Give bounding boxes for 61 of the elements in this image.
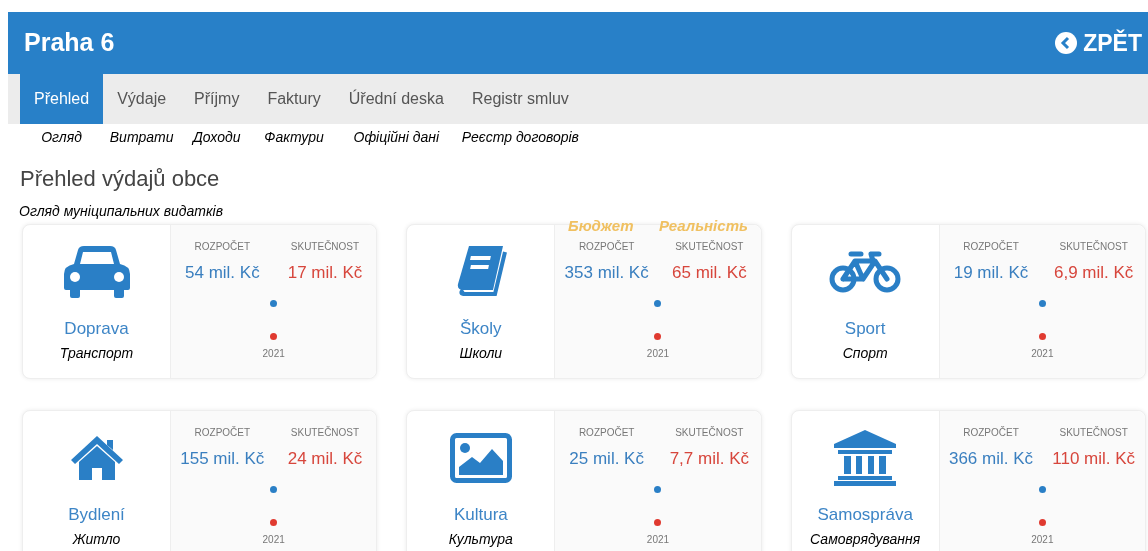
- actual-value: 6,9 mil. Kč: [1053, 262, 1135, 284]
- budget-label: ROZPOČET: [962, 239, 1020, 254]
- category-translation: Транспорт: [59, 344, 134, 363]
- heading-translation: Огляд муніципальних видатків: [19, 202, 224, 221]
- actual-value: 65 mil. Kč: [671, 262, 748, 284]
- tab-translation: Офіційні дані: [352, 128, 441, 147]
- year-label: 2021: [262, 346, 285, 361]
- budget-value: 353 mil. Kč: [563, 262, 650, 284]
- budget-value: 25 mil. Kč: [568, 448, 645, 470]
- actual-label: SKUTEČNOST: [674, 425, 745, 440]
- category-name: Sport: [844, 318, 886, 340]
- budget-label: ROZPOČET: [577, 239, 636, 254]
- image-icon: [449, 433, 512, 483]
- back-link[interactable]: ZPĚT: [1055, 25, 1142, 61]
- tab-translation: Витрати: [108, 128, 175, 147]
- budget-annotation: Бюджет: [568, 216, 634, 236]
- budget-value: 155 mil. Kč: [179, 448, 266, 470]
- category-name: Doprava: [64, 318, 129, 340]
- actual-value: 24 mil. Kč: [286, 448, 364, 470]
- year-label: 2021: [1031, 532, 1054, 547]
- category-name: Školy: [460, 318, 502, 340]
- actual-value: 7,7 mil. Kč: [668, 448, 750, 470]
- back-icon: [1055, 32, 1078, 54]
- category-translation: Житло: [72, 530, 121, 549]
- budget-label: ROZPOČET: [577, 425, 636, 440]
- year-label: 2021: [1031, 346, 1054, 361]
- bicycle-icon: [829, 251, 902, 293]
- site-title: Praha 6: [24, 27, 115, 59]
- budget-value: 54 mil. Kč: [184, 262, 261, 284]
- budget-value: 19 mil. Kč: [952, 262, 1030, 284]
- tab-translation: Доходи: [190, 128, 242, 147]
- year-label: 2021: [646, 346, 670, 361]
- budget-value: 366 mil. Kč: [947, 448, 1035, 470]
- category-translation: Школи: [459, 344, 503, 363]
- category-translation: Культура: [448, 530, 513, 549]
- year-label: 2021: [262, 532, 285, 547]
- budget-label: ROZPOČET: [193, 425, 252, 440]
- actual-value: 17 mil. Kč: [286, 262, 364, 284]
- bank-icon: [834, 430, 897, 486]
- car-icon: [63, 246, 130, 298]
- actual-label: SKUTEČNOST: [289, 239, 361, 254]
- budget-label: ROZPOČET: [962, 425, 1020, 440]
- actual-annotation: Реальність: [658, 216, 748, 236]
- nav-tab[interactable]: Přehled: [20, 74, 104, 124]
- actual-value: 110 mil. Kč: [1051, 448, 1137, 470]
- tab-translation: Огляд: [40, 128, 83, 147]
- actual-label: SKUTEČNOST: [289, 425, 361, 440]
- category-translation: Спорт: [842, 344, 888, 363]
- category-name: Bydlení: [68, 504, 125, 526]
- year-label: 2021: [646, 532, 670, 547]
- category-name: Kultura: [453, 504, 508, 526]
- house-icon: [70, 436, 123, 480]
- page-heading: Přehled výdajů obce: [20, 165, 221, 193]
- actual-label: SKUTEČNOST: [1058, 239, 1129, 254]
- tab-translation: Фактури: [263, 128, 325, 147]
- actual-label: SKUTEČNOST: [1058, 425, 1129, 440]
- category-name: Samospráva: [817, 504, 913, 526]
- budget-label: ROZPOČET: [193, 239, 252, 254]
- tab-translation: Реєстр договорів: [460, 128, 580, 147]
- category-translation: Самоврядування: [810, 530, 921, 549]
- actual-label: SKUTEČNOST: [674, 239, 745, 254]
